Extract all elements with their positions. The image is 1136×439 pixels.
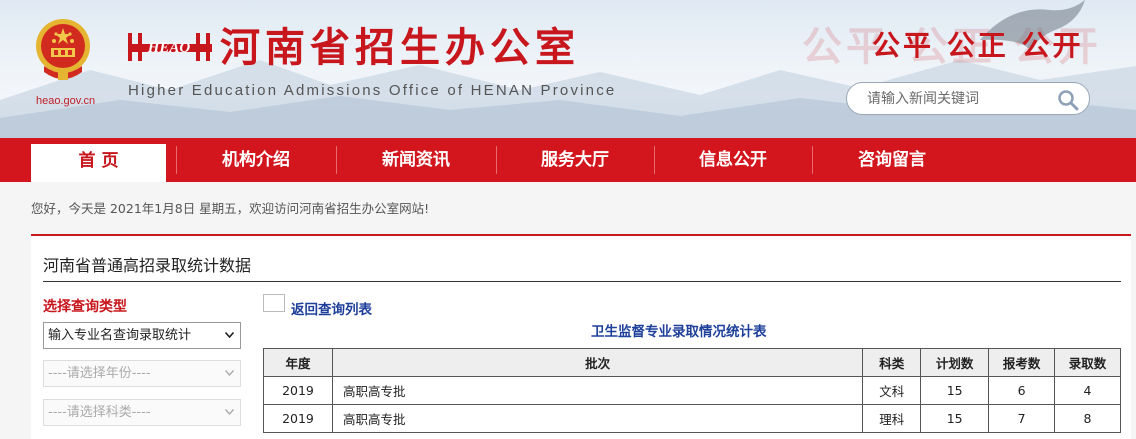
stats-table: 年度 批次 科类 计划数 报考数 录取数 2019 高职高专批 文科 15 6 … (263, 348, 1121, 433)
column-header: 计划数 (920, 348, 990, 377)
site-title: 河南省招生办公室 (220, 25, 580, 71)
svg-text:HEAO: HEAO (147, 40, 191, 56)
table-cell: 2019 (263, 376, 333, 405)
main-nav: 首 页 机构介绍 新闻资讯 服务大厅 信息公开 咨询留言 (0, 138, 1136, 182)
search-input[interactable] (867, 89, 1047, 109)
table-cell: 2019 (263, 404, 333, 433)
table-title: 卫生监督专业录取情况统计表 (591, 324, 767, 340)
table-header-row: 年度 批次 科类 计划数 报考数 录取数 (263, 348, 1121, 377)
table-row: 2019 高职高专批 文科 15 6 4 (263, 376, 1121, 405)
search-icon[interactable] (1057, 89, 1079, 111)
table-cell: 6 (988, 376, 1056, 405)
site-subtitle: Higher Education Admissions Office of HE… (128, 82, 617, 99)
nav-item-news[interactable]: 新闻资讯 (336, 138, 496, 182)
table-cell: 理科 (862, 404, 922, 433)
nav-item-home[interactable]: 首 页 (31, 144, 166, 182)
column-header: 录取数 (1054, 348, 1121, 377)
nav-item-disclosure[interactable]: 信息公开 (654, 138, 812, 182)
table-cell: 15 (920, 376, 990, 405)
panel-title: 河南省普通高招录取统计数据 (43, 256, 252, 275)
back-checkbox[interactable] (263, 294, 285, 312)
nav-item-services[interactable]: 服务大厅 (496, 138, 654, 182)
chevron-down-icon (225, 409, 234, 415)
column-header: 报考数 (988, 348, 1056, 377)
site-header: heao.gov.cn HEAO 河南省招生办公室 Higher Educati… (0, 0, 1136, 138)
year-select-placeholder: ----请选择年份---- (48, 366, 151, 381)
table-cell: 高职高专批 (331, 376, 864, 405)
chevron-down-icon (225, 332, 234, 338)
panel-divider (43, 281, 1121, 282)
table-cell: 7 (988, 404, 1056, 433)
table-cell: 8 (1054, 404, 1121, 433)
table-cell: 15 (920, 404, 990, 433)
greeting-text: 您好，今天是 2021年1月8日 星期五，欢迎访问河南省招生办公室网站! (31, 201, 430, 216)
column-header: 年度 (263, 348, 333, 377)
nav-item-about[interactable]: 机构介绍 (176, 138, 336, 182)
chevron-down-icon (225, 370, 234, 376)
stats-panel: 河南省普通高招录取统计数据 选择查询类型 输入专业名查询录取统计 ----请选择… (31, 234, 1131, 439)
site-domain: heao.gov.cn (36, 95, 96, 107)
column-header: 批次 (331, 348, 864, 377)
table-cell: 高职高专批 (331, 404, 864, 433)
column-header: 科类 (862, 348, 922, 377)
search-box (846, 82, 1090, 115)
heao-logo[interactable]: HEAO (126, 27, 212, 67)
query-type-select[interactable]: 输入专业名查询录取统计 (43, 322, 241, 349)
subject-select-placeholder: ----请选择科类---- (48, 405, 151, 420)
subject-select[interactable]: ----请选择科类---- (43, 399, 241, 426)
query-type-value: 输入专业名查询录取统计 (48, 328, 192, 343)
back-to-list-link[interactable]: 返回查询列表 (291, 298, 372, 318)
nav-item-consult[interactable]: 咨询留言 (812, 138, 972, 182)
query-type-label: 选择查询类型 (43, 299, 127, 315)
slogan: 公平 公正 公开 (872, 29, 1084, 62)
table-cell: 4 (1054, 376, 1121, 405)
table-row: 2019 高职高专批 理科 15 7 8 (263, 404, 1121, 433)
table-cell: 文科 (862, 376, 922, 405)
year-select[interactable]: ----请选择年份---- (43, 360, 241, 387)
national-emblem-icon (36, 19, 90, 80)
